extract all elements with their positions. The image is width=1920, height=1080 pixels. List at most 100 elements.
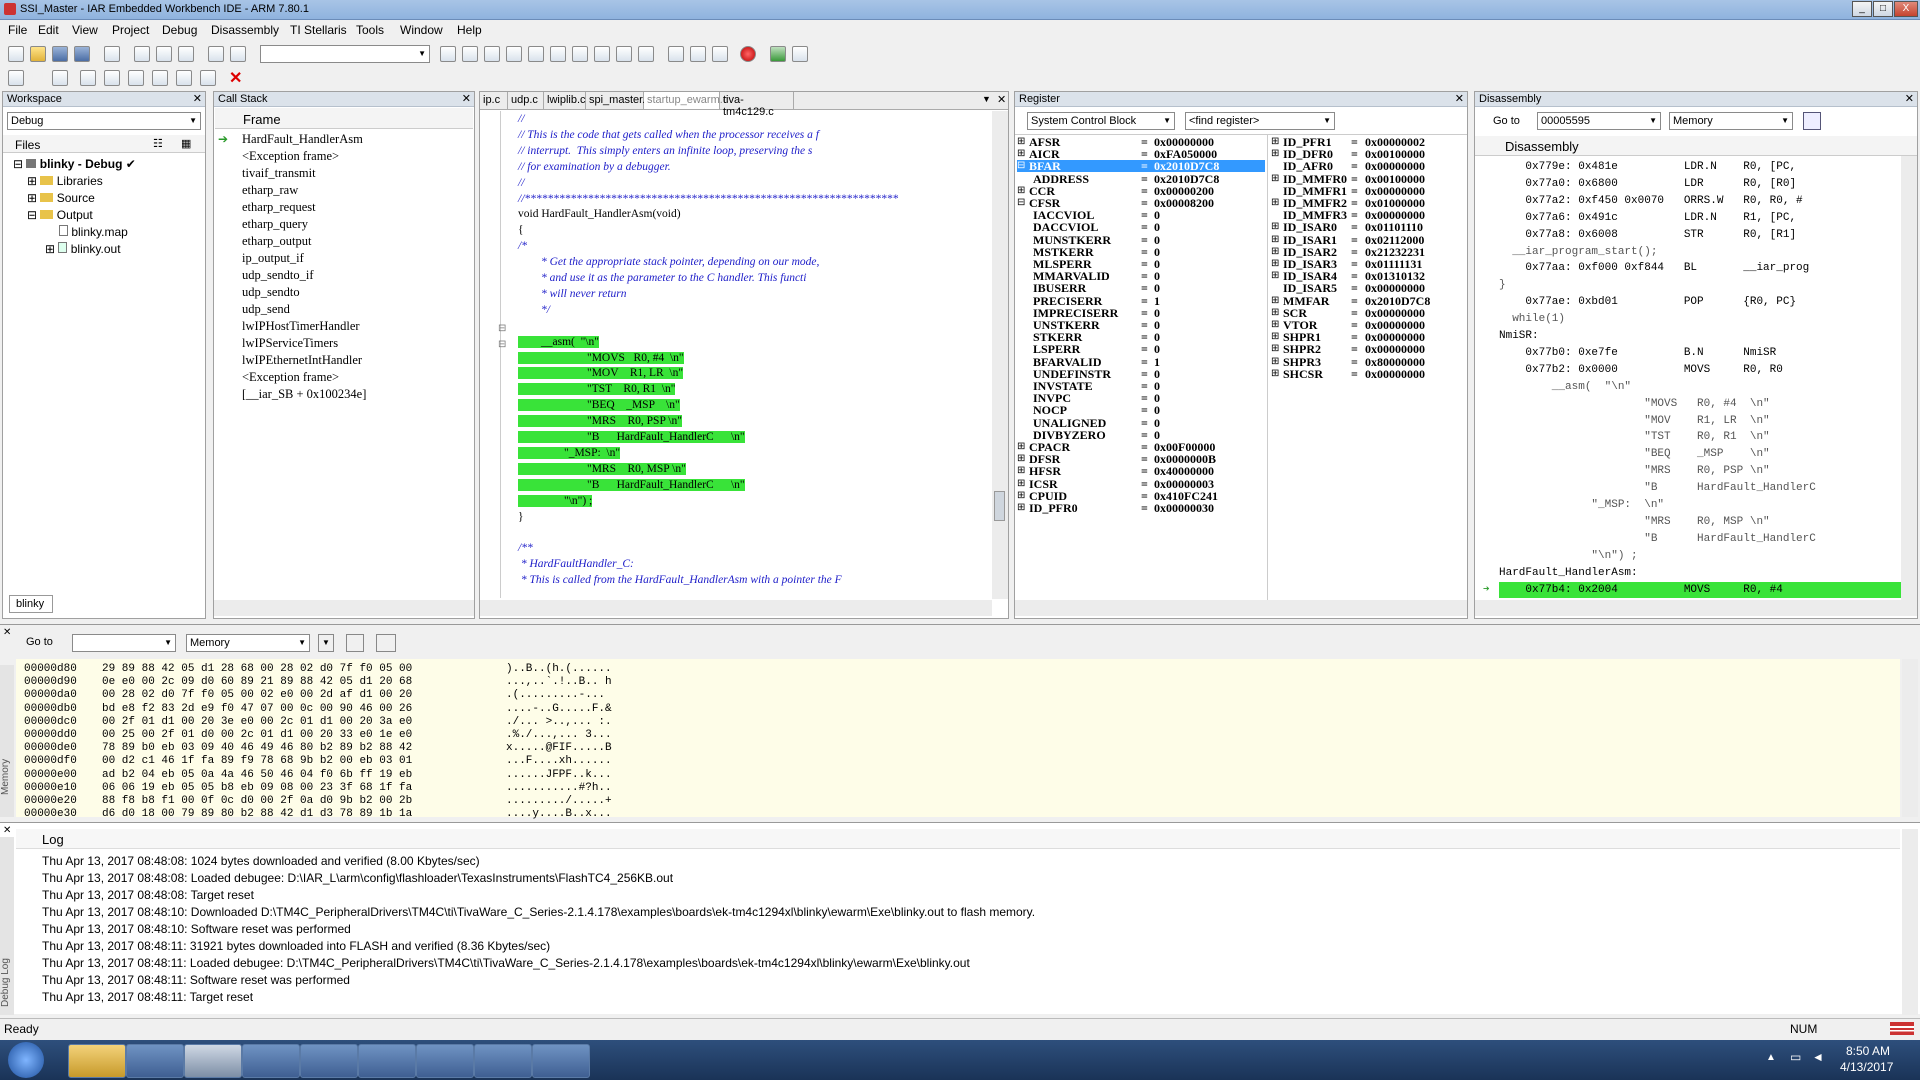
register-row[interactable]: ⊞ MMFAR = 0x2010D7C8 [1271, 295, 1467, 307]
code-line[interactable]: } [518, 510, 524, 526]
memory-zone-select[interactable]: Memory ▼ [1669, 112, 1793, 130]
code-line[interactable]: void HardFault_HandlerAsm(void) [518, 207, 681, 223]
code-line[interactable]: */ [518, 303, 550, 319]
highlighted-code-line[interactable]: "B HardFault_HandlerC \n" [518, 478, 745, 491]
register-value[interactable]: 0x02112000 [1365, 234, 1424, 246]
step-over-icon[interactable] [80, 70, 96, 86]
tab-blinky[interactable]: blinky [9, 595, 53, 613]
register-row[interactable]: LSPERR = 0 [1017, 343, 1265, 355]
close-button[interactable]: X [1894, 1, 1918, 17]
register-row[interactable]: MMARVALID = 0 [1017, 270, 1265, 282]
menu-view[interactable]: View [72, 23, 98, 37]
expand-icon[interactable]: ⊞ [1271, 270, 1279, 282]
register-row[interactable]: INVSTATE = 0 [1017, 380, 1265, 392]
register-value[interactable]: 0x01111131 [1365, 258, 1422, 270]
memory-ascii[interactable]: ./... >..,... :. [506, 716, 612, 729]
register-value[interactable]: 0x01310132 [1365, 270, 1425, 282]
disasm-line[interactable]: "\n") ; [1499, 548, 1637, 565]
goto-icon[interactable] [528, 46, 544, 62]
disasm-line[interactable]: "MRS R0, MSP \n" [1499, 514, 1769, 531]
menu-help[interactable]: Help [457, 23, 482, 37]
cut-icon[interactable] [134, 46, 150, 62]
register-row[interactable]: IBUSERR = 0 [1017, 282, 1265, 294]
callstack-frame[interactable]: udp_sendto [242, 284, 366, 301]
register-row[interactable]: MLSPERR = 0 [1017, 258, 1265, 270]
register-hscrollbar[interactable] [1015, 600, 1467, 616]
fold-icon[interactable]: ⊟ [498, 323, 506, 334]
highlighted-code-line[interactable]: "MRS R0, PSP \n" [518, 415, 682, 428]
expand-icon[interactable]: ⊞ [1271, 173, 1279, 185]
minimize-button[interactable]: _ [1852, 1, 1872, 17]
config-select[interactable]: Debug ▼ [7, 112, 201, 130]
disasm-line[interactable]: 0x77b0: 0xe7fe B.N NmiSR [1499, 345, 1776, 362]
highlighted-code-line[interactable]: "TST R0, R1 \n" [518, 383, 676, 396]
memory-hex[interactable]: 00 2f 01 d1 00 20 3e e0 00 2c 01 d1 00 2… [102, 716, 412, 729]
callstack-frame[interactable]: udp_send [242, 301, 366, 318]
save-all-icon[interactable] [74, 46, 90, 62]
register-value[interactable]: 0x01000000 [1365, 197, 1425, 209]
memory-hex[interactable]: 29 89 88 42 05 d1 28 68 00 28 02 d0 7f f… [102, 663, 412, 676]
register-row[interactable]: ⊞ ID_MMFR2 = 0x01000000 [1271, 197, 1467, 209]
memory-zone-select[interactable]: Memory ▼ [186, 634, 310, 652]
log-vscrollbar[interactable] [1902, 829, 1918, 1015]
register-row[interactable]: ⊞ AFSR = 0x00000000 [1017, 136, 1265, 148]
expand-icon[interactable]: ⊞ [1271, 221, 1279, 233]
register-row[interactable]: ⊞ SHPR3 = 0x80000000 [1271, 356, 1467, 368]
code-line[interactable]: /** [518, 541, 533, 557]
register-value[interactable]: 0x2010D7C8 [1154, 173, 1219, 185]
toggle-breakpoint-icon[interactable] [690, 46, 706, 62]
register-row[interactable]: ⊞ ID_PFR1 = 0x00000002 [1271, 136, 1467, 148]
register-value[interactable]: 1 [1154, 295, 1160, 307]
callstack-frame[interactable]: lwIPServiceTimers [242, 335, 366, 352]
disasm-line[interactable]: "B HardFault_HandlerC [1499, 531, 1816, 548]
disasm-vscrollbar[interactable] [1901, 156, 1917, 600]
step-into-icon[interactable] [104, 70, 120, 86]
memory-vscrollbar[interactable] [1902, 659, 1918, 817]
memory-ascii[interactable]: ...,..`.!..B.. h [506, 676, 612, 689]
expand-icon[interactable]: ⊞ [1271, 331, 1279, 343]
register-row[interactable]: ⊞ SHCSR = 0x00000000 [1271, 368, 1467, 380]
menu-tools[interactable]: Tools [356, 23, 384, 37]
register-row[interactable]: ADDRESS = 0x2010D7C8 [1017, 173, 1265, 185]
stop-debug-icon[interactable]: ✕ [229, 68, 242, 88]
memory-hex[interactable]: ad b2 04 eb 05 0a 4a 46 50 46 04 f0 6b f… [102, 769, 412, 782]
disasm-line[interactable]: NmiSR: [1499, 328, 1539, 345]
memory-ascii[interactable]: ......JFPF..k... [506, 769, 612, 782]
register-value[interactable]: 0x00000002 [1365, 136, 1425, 148]
register-value[interactable]: 0 [1154, 429, 1160, 441]
nav-forward-icon[interactable] [594, 46, 610, 62]
breakpoint-icon[interactable] [740, 46, 756, 62]
register-value[interactable]: 0x00000000 [1154, 136, 1214, 148]
disasm-line[interactable]: 0x779e: 0x481e LDR.N R0, [PC, [1499, 159, 1796, 176]
code-line[interactable]: // [518, 112, 524, 128]
compile-icon[interactable] [616, 46, 632, 62]
expand-icon[interactable]: ⊞ [1271, 307, 1279, 319]
memory-ascii[interactable]: .(.........-... [506, 689, 612, 702]
register-row[interactable]: DACCVIOL = 0 [1017, 221, 1265, 233]
register-value[interactable]: 0x00000030 [1154, 502, 1214, 514]
callstack-frame[interactable]: lwIPHostTimerHandler [242, 318, 366, 335]
disasm-line[interactable]: HardFault_HandlerAsm: [1499, 565, 1638, 582]
close-icon[interactable]: ✕ [462, 92, 471, 106]
close-icon[interactable]: ✕ [193, 92, 202, 106]
expand-icon[interactable]: ⊞ [1271, 246, 1279, 258]
disasm-line[interactable]: 0x77a6: 0x491c LDR.N R1, [PC, [1499, 210, 1796, 227]
expand-icon[interactable]: ⊞ [1271, 136, 1279, 148]
code-line[interactable]: // for examination by a debugger. [518, 160, 671, 176]
maximize-button[interactable]: □ [1873, 1, 1893, 17]
register-row[interactable]: ⊞ ICSR = 0x00000003 [1017, 478, 1265, 490]
register-row[interactable]: ⊞ SHPR1 = 0x00000000 [1271, 331, 1467, 343]
highlighted-code-line[interactable]: "\n") ; [518, 494, 593, 507]
register-row[interactable]: ⊞ ID_MMFR0 = 0x00100000 [1271, 173, 1467, 185]
register-row[interactable]: UNALIGNED = 0 [1017, 417, 1265, 429]
code-line[interactable]: { [518, 223, 524, 239]
expand-icon[interactable]: ⊞ [1271, 319, 1279, 331]
new-file-icon[interactable] [8, 46, 24, 62]
register-value[interactable]: 0x00000000 [1365, 368, 1425, 380]
highlighted-code-line[interactable]: "MOV R1, LR \n" [518, 367, 684, 380]
register-value[interactable]: 0 [1154, 209, 1160, 221]
memory-side-tab[interactable]: Memory [0, 665, 14, 817]
memory-ascii[interactable]: .%./...,... 3... [506, 729, 612, 742]
expand-icon[interactable]: ⊞ [1017, 453, 1025, 465]
tree-item-libraries[interactable]: ⊞ Libraries [27, 174, 103, 188]
